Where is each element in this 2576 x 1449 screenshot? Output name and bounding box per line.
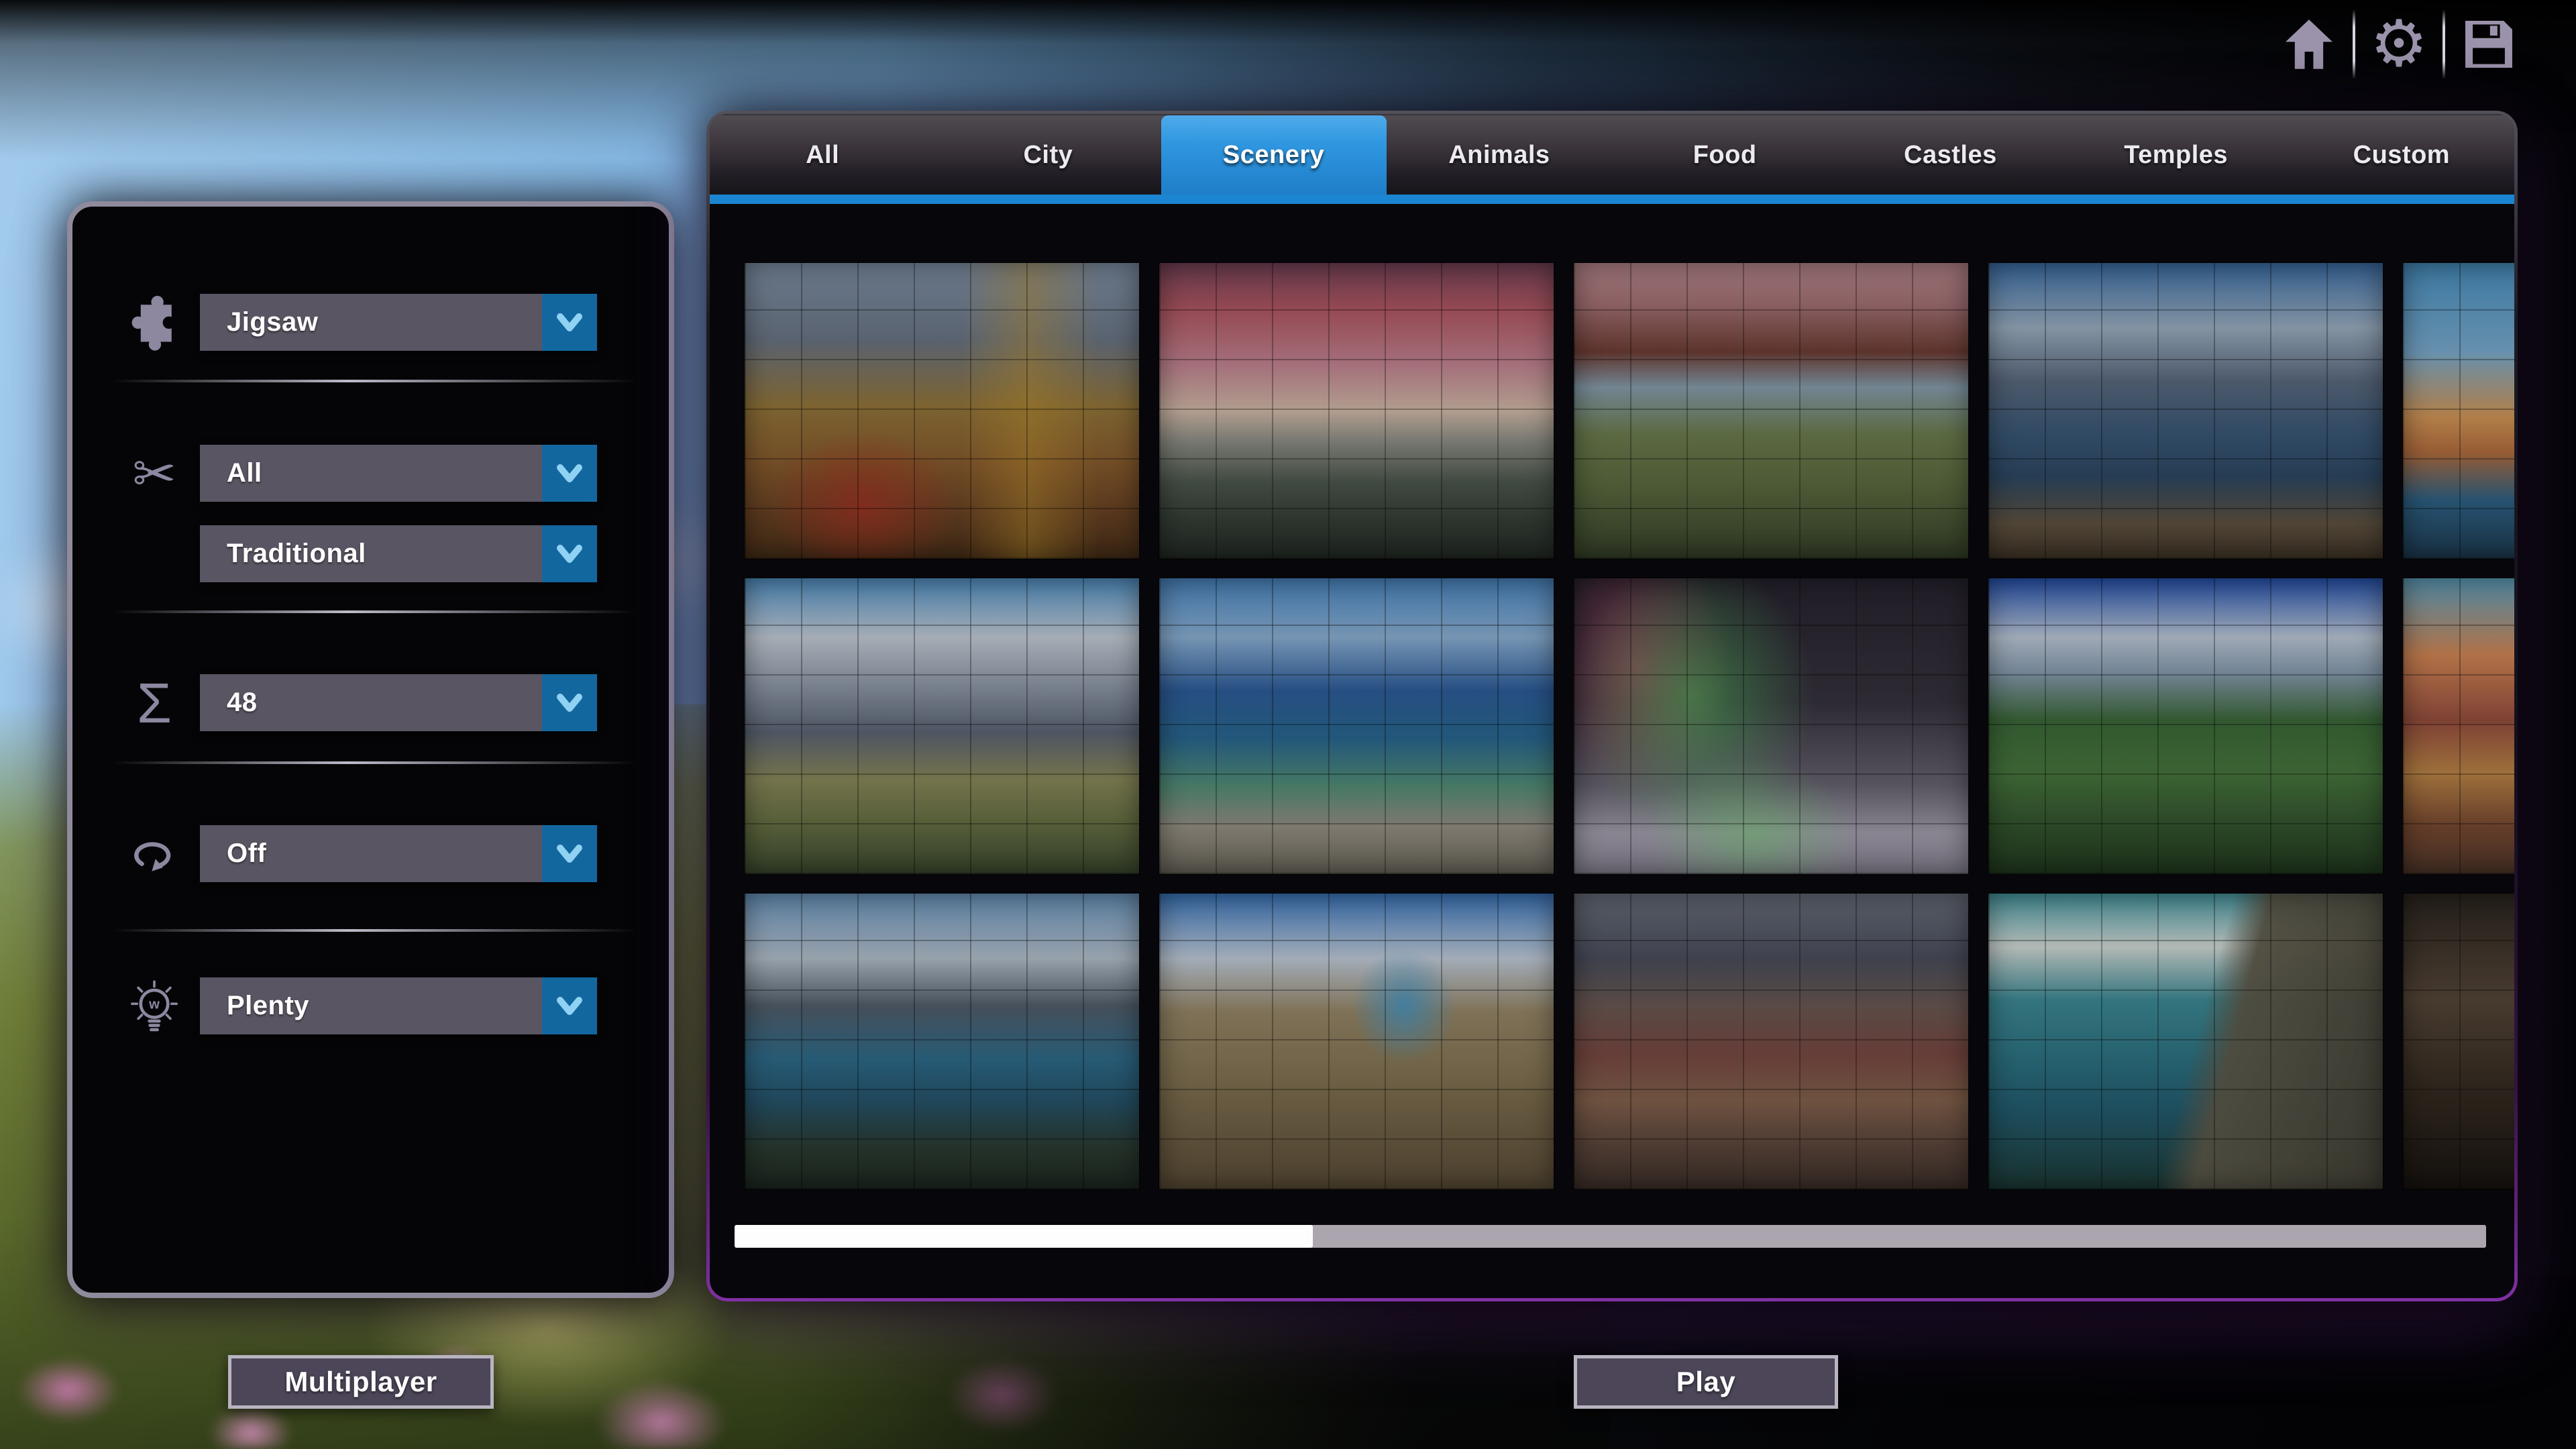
puzzle-thumbnail[interactable] [1988, 578, 2383, 874]
icon-divider [2443, 9, 2445, 79]
scissors-icon: ✂ [114, 440, 195, 507]
puzzle-thumbnail[interactable] [1574, 894, 1968, 1189]
tab-all[interactable]: All [710, 115, 935, 195]
dropdown-value: Plenty [200, 977, 542, 1034]
puzzle-thumbnail-grid [745, 263, 2514, 1189]
save-icon [2458, 13, 2520, 75]
tab-scenery[interactable]: Scenery [1161, 115, 1387, 195]
save-button[interactable] [2452, 7, 2526, 81]
tab-city[interactable]: City [935, 115, 1161, 195]
chevron-down-icon [542, 525, 597, 582]
sigma-piece-count-icon: Σ [114, 669, 195, 737]
gallery-scrollbar-thumb[interactable] [735, 1225, 1313, 1248]
puzzle-thumbnail[interactable] [1159, 578, 1554, 874]
puzzle-thumbnail[interactable] [1574, 263, 1968, 559]
chevron-down-icon [542, 977, 597, 1034]
piece-count-dropdown[interactable]: 48 [200, 674, 597, 731]
dropdown-value: All [200, 445, 542, 502]
chevron-down-icon [542, 294, 597, 351]
puzzle-thumbnail[interactable] [1159, 263, 1554, 559]
play-button[interactable]: Play [1574, 1355, 1838, 1409]
jigsaw-game-menu: ⚙ Jigsaw ✂ All [0, 0, 2576, 1449]
puzzle-thumbnail[interactable] [745, 263, 1139, 559]
puzzle-thumbnail[interactable] [745, 894, 1139, 1189]
puzzle-settings-panel: Jigsaw ✂ All Traditional Σ 48 [67, 201, 674, 1298]
tab-custom[interactable]: Custom [2289, 115, 2514, 195]
dropdown-value: Off [200, 825, 542, 882]
section-divider [113, 929, 636, 932]
chevron-down-icon [542, 445, 597, 502]
section-divider [113, 610, 636, 613]
active-tab-underline [710, 195, 2514, 204]
home-icon [2278, 13, 2340, 75]
chevron-down-icon [542, 825, 597, 882]
icon-divider [2353, 9, 2355, 79]
dropdown-value: Traditional [200, 525, 542, 582]
tab-food[interactable]: Food [1612, 115, 1837, 195]
puzzle-thumbnail[interactable] [2403, 894, 2514, 1189]
puzzle-thumbnail[interactable] [1988, 894, 2383, 1189]
puzzle-thumbnail[interactable] [1988, 263, 2383, 559]
svg-text:w: w [148, 998, 160, 1012]
gear-icon: ⚙ [2370, 12, 2428, 76]
gallery-panel-frame: All City Scenery Animals Food Castles Te… [706, 111, 2518, 1301]
puzzle-thumbnail[interactable] [1574, 578, 1968, 874]
cut-shape-dropdown[interactable]: Traditional [200, 525, 597, 582]
settings-button[interactable]: ⚙ [2362, 7, 2436, 81]
hints-dropdown[interactable]: Plenty [200, 977, 597, 1034]
home-button[interactable] [2272, 7, 2346, 81]
puzzle-thumbnail[interactable] [2403, 578, 2514, 874]
section-divider [113, 380, 636, 382]
gallery-panel: All City Scenery Animals Food Castles Te… [710, 114, 2514, 1298]
tab-castles[interactable]: Castles [1837, 115, 2063, 195]
rotation-dropdown[interactable]: Off [200, 825, 597, 882]
section-divider [113, 761, 636, 764]
puzzle-type-dropdown[interactable]: Jigsaw [200, 294, 597, 351]
dropdown-value: 48 [200, 674, 542, 731]
chevron-down-icon [542, 674, 597, 731]
multiplayer-button[interactable]: Multiplayer [228, 1355, 494, 1409]
puzzle-piece-icon [114, 288, 195, 356]
tab-temples[interactable]: Temples [2063, 115, 2289, 195]
puzzle-thumbnail[interactable] [1159, 894, 1554, 1189]
hint-bulb-icon: w [114, 973, 195, 1040]
puzzle-thumbnail[interactable] [2403, 263, 2514, 559]
category-tab-bar: All City Scenery Animals Food Castles Te… [710, 114, 2514, 195]
cut-style-dropdown[interactable]: All [200, 445, 597, 502]
rotation-icon [114, 820, 195, 888]
puzzle-thumbnail[interactable] [745, 578, 1139, 874]
gallery-scrollbar-track[interactable] [735, 1225, 2486, 1248]
system-icon-bar: ⚙ [2272, 5, 2526, 83]
tab-animals[interactable]: Animals [1387, 115, 1612, 195]
dropdown-value: Jigsaw [200, 294, 542, 351]
